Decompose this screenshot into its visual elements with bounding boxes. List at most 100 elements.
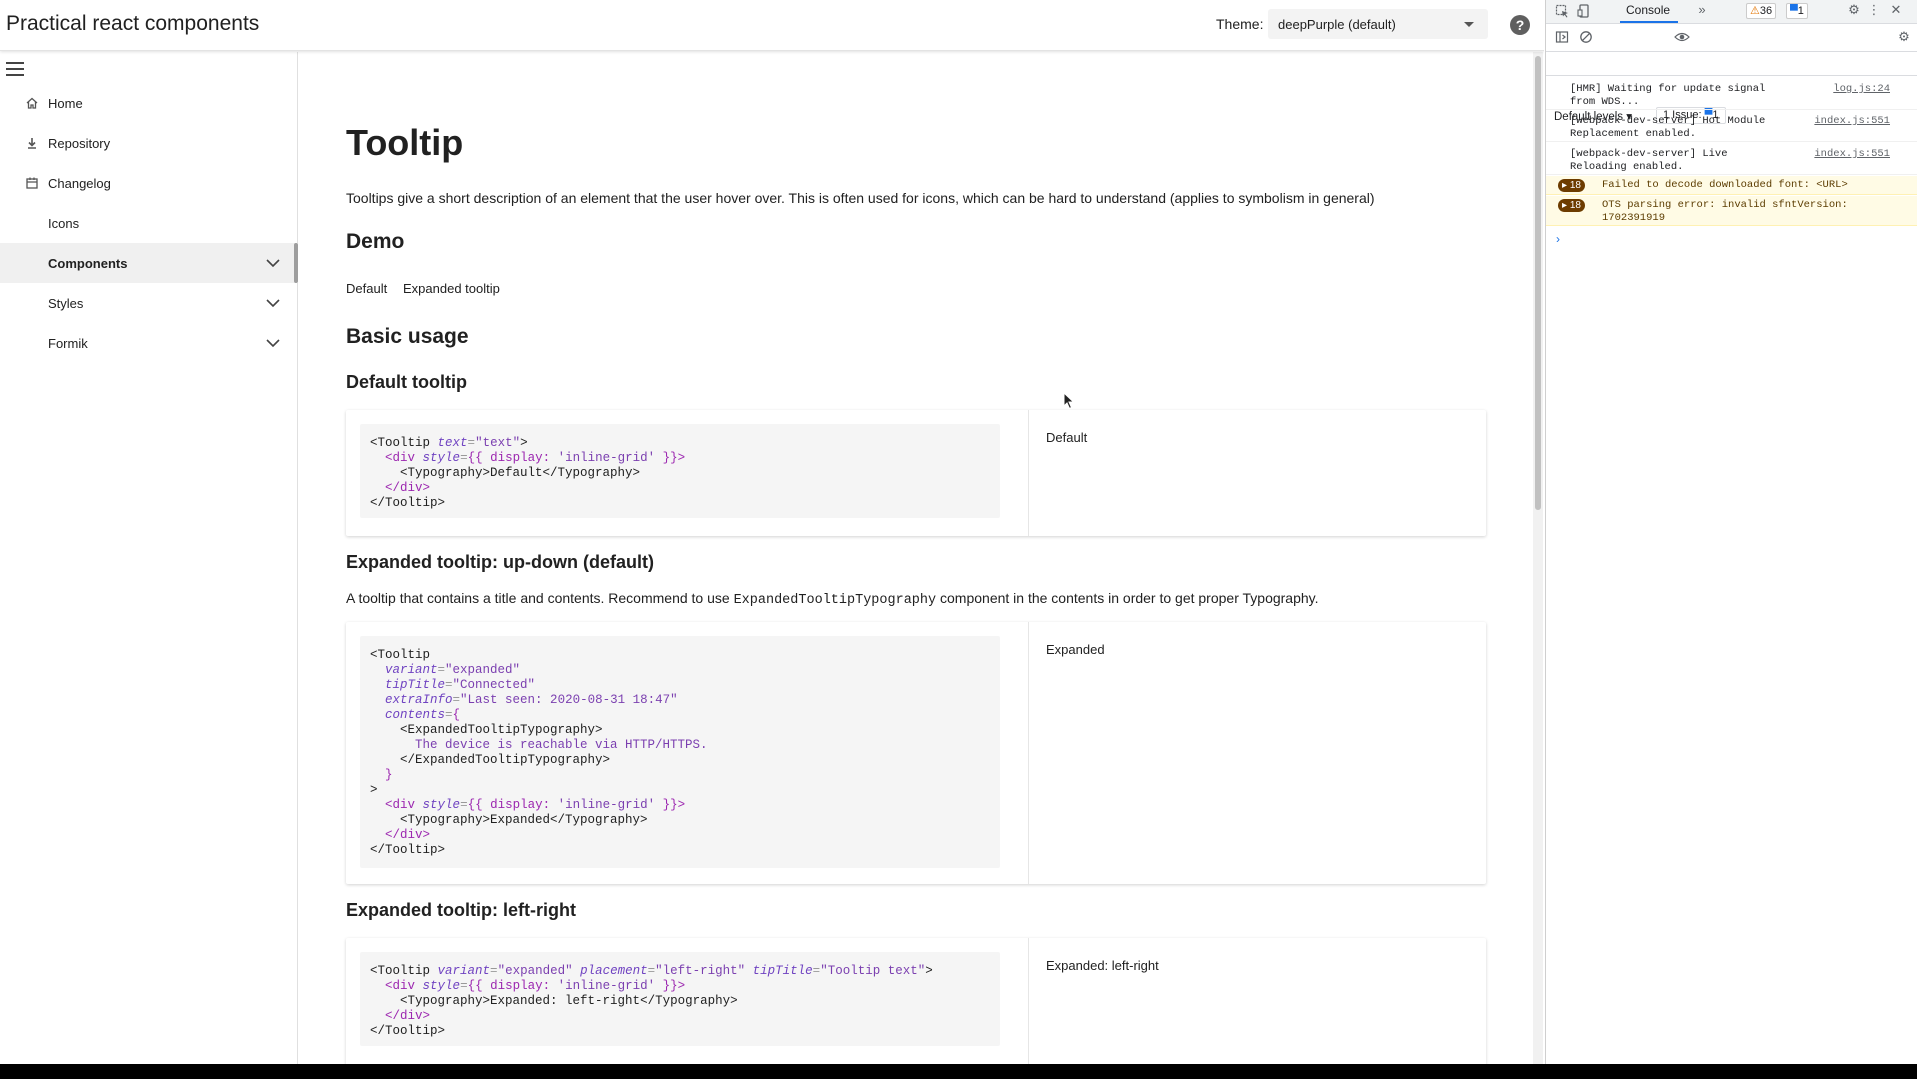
demo-heading: Demo [346, 230, 405, 253]
clear-console-icon[interactable] [1578, 30, 1594, 46]
repeat-count: 18 [1569, 200, 1581, 211]
message-icon: ▀ [1790, 5, 1798, 17]
console-prompt-icon[interactable]: › [1556, 232, 1560, 246]
sidebar-item-formik[interactable]: Formik [0, 323, 298, 363]
log-source-link[interactable]: index.js:551 [1814, 148, 1890, 161]
chevron-down-icon[interactable] [266, 297, 280, 309]
sidebar-item-label: Changelog [48, 176, 111, 191]
code-block: <Tooltip text="text"> <div style={{ disp… [360, 424, 1000, 518]
scrollbar-thumb[interactable] [1535, 56, 1541, 510]
log-source-link[interactable]: log.js:24 [1833, 83, 1890, 96]
log-text: [HMR] Waiting for update signal from WDS… [1570, 83, 1772, 108]
more-tabs-icon[interactable]: » [1694, 3, 1710, 19]
sidebar-item-label: Formik [48, 336, 88, 351]
sidebar: Home Repository Changelog Icons Componen… [0, 52, 298, 1064]
sidebar-item-home[interactable]: Home [0, 83, 298, 123]
section-heading: Default tooltip [346, 372, 467, 392]
section-heading: Expanded tooltip: up-down (default) [346, 552, 654, 572]
tooltip-preview-default[interactable]: Default [1046, 430, 1087, 445]
messages-badge[interactable]: ▀1 [1786, 3, 1808, 19]
calendar-icon [25, 176, 39, 190]
gear-icon[interactable]: ⚙ [1846, 3, 1862, 19]
devtools-panel: Console » ⚠36 ▀1 ⚙ ⋮ ✕ top ▾ ⚙ Default l… [1545, 0, 1917, 1064]
console-message: [HMR] Waiting for update signal from WDS… [1546, 80, 1917, 110]
divider [1028, 622, 1029, 884]
repeat-count-badge: ▸ 18 [1558, 179, 1585, 192]
sidebar-item-label: Home [48, 96, 83, 111]
sidebar-item-icons[interactable]: Icons [0, 203, 298, 243]
sidebar-item-label: Icons [48, 216, 80, 231]
divider [1028, 410, 1029, 536]
section-description: A tooltip that contains a title and cont… [346, 590, 1319, 608]
sidebar-item-repository[interactable]: Repository [0, 123, 298, 163]
page-title: Tooltip [346, 122, 464, 163]
intro-text: Tooltips give a short description of an … [346, 190, 1375, 206]
mouse-cursor-icon [1063, 392, 1075, 410]
code-block: <Tooltip variant="expanded" placement="l… [360, 952, 1000, 1046]
warning-text: OTS parsing error: invalid sfntVersion: … [1602, 199, 1855, 224]
repeat-count: 18 [1569, 180, 1581, 191]
page-scrollbar[interactable] [1533, 52, 1543, 1064]
log-source-link[interactable]: index.js:551 [1814, 115, 1890, 128]
caret-down-icon [1464, 22, 1474, 27]
sidebar-item-label: Components [48, 256, 128, 271]
console-settings-gear-icon[interactable]: ⚙ [1896, 30, 1912, 46]
theme-select-value: deepPurple (default) [1278, 17, 1396, 32]
warnings-badge[interactable]: ⚠36 [1746, 3, 1777, 19]
demo-expanded-link[interactable]: Expanded tooltip [403, 281, 500, 296]
menu-icon[interactable] [6, 62, 24, 76]
log-text: [webpack-dev-server] Live Reloading enab… [1570, 148, 1734, 173]
warning-text: Failed to decode downloaded font: <URL> [1602, 179, 1848, 191]
viewport: Practical react components Theme: deepPu… [0, 0, 1917, 1064]
active-tab-indicator [1620, 21, 1678, 23]
tab-console[interactable]: Console [1626, 3, 1670, 17]
desc-text: component in the contents in order to ge… [936, 590, 1319, 606]
close-icon[interactable]: ✕ [1888, 3, 1904, 19]
console-levels-bar: Default levels ▾ 1 Issue: ▀1 [1546, 52, 1917, 124]
console-message: [webpack-dev-server] Live Reloading enab… [1546, 145, 1917, 175]
home-icon [25, 96, 39, 110]
code-block: <Tooltip variant="expanded" tipTitle="Co… [360, 636, 1000, 868]
kebab-menu-icon[interactable]: ⋮ [1866, 3, 1882, 19]
help-icon[interactable]: ? [1510, 15, 1530, 35]
info-count: 1 [1797, 5, 1804, 17]
repeat-count-badge: ▸ 18 [1558, 199, 1585, 212]
example-card: <Tooltip variant="expanded" placement="l… [346, 938, 1486, 1064]
download-icon [25, 136, 39, 150]
devtools-tabbar: Console » ⚠36 ▀1 ⚙ ⋮ ✕ [1546, 0, 1917, 24]
demo-default-link[interactable]: Default [346, 281, 387, 296]
app-title: Practical react components [6, 12, 260, 35]
basic-usage-heading: Basic usage [346, 325, 469, 348]
console-warning[interactable]: ▸ 18 OTS parsing error: invalid sfntVers… [1546, 196, 1917, 226]
sidebar-item-label: Styles [48, 296, 84, 311]
chevron-down-icon[interactable] [266, 337, 280, 349]
sidebar-item-components[interactable]: Components [0, 243, 298, 283]
sidebar-item-styles[interactable]: Styles [0, 283, 298, 323]
chevron-down-icon[interactable] [266, 257, 280, 269]
sidebar-item-label: Repository [48, 136, 111, 151]
desc-code: ExpandedTooltipTypography [733, 593, 937, 608]
sidebar-item-changelog[interactable]: Changelog [0, 163, 298, 203]
warning-icon: ⚠ [1750, 5, 1760, 17]
console-toolbar: top ▾ ⚙ [1546, 24, 1917, 72]
inspect-element-icon[interactable] [1554, 4, 1570, 20]
app-window: Practical react components Theme: deepPu… [0, 0, 1544, 1064]
example-card: <Tooltip variant="expanded" tipTitle="Co… [346, 622, 1486, 884]
warn-count: 36 [1759, 5, 1773, 17]
console-message: [webpack-dev-server] Hot Module Replacem… [1546, 112, 1917, 142]
theme-select[interactable]: deepPurple (default) [1268, 9, 1488, 39]
tooltip-preview-expanded[interactable]: Expanded [1046, 642, 1105, 657]
device-toolbar-icon[interactable] [1576, 4, 1592, 20]
tooltip-preview-left-right[interactable]: Expanded: left-right [1046, 958, 1159, 973]
main-content: Tooltip Tooltips give a short descriptio… [300, 52, 1530, 1064]
console-warning[interactable]: ▸ 18 Failed to decode downloaded font: <… [1546, 176, 1917, 195]
eye-icon[interactable] [1674, 30, 1690, 46]
desc-text: A tooltip that contains a title and cont… [346, 590, 734, 606]
active-indicator [294, 243, 298, 283]
divider [1028, 938, 1029, 1064]
example-card: <Tooltip text="text"> <div style={{ disp… [346, 410, 1486, 536]
sidebar-toggle-icon[interactable] [1554, 30, 1570, 46]
theme-label: Theme: [1216, 16, 1264, 32]
section-heading: Expanded tooltip: left-right [346, 900, 576, 920]
log-text: [webpack-dev-server] Hot Module Replacem… [1570, 115, 1772, 140]
